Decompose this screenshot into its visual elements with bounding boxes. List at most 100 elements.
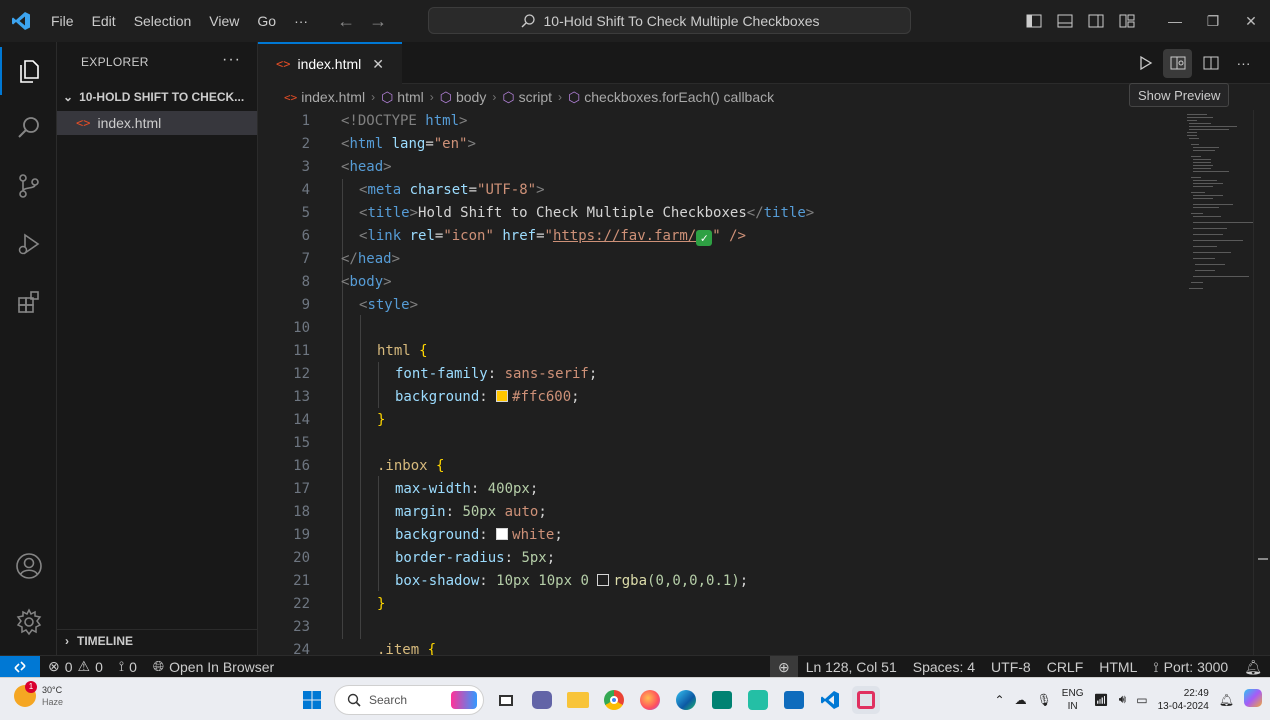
workspace-folder[interactable]: ⌄ 10-HOLD SHIFT TO CHECK... — [57, 86, 257, 108]
code-line: 22} — [293, 596, 386, 612]
menu-bar: File Edit Selection View Go ··· — [42, 0, 317, 42]
breadcrumb-script[interactable]: script — [519, 89, 552, 105]
language-mode[interactable]: HTML — [1091, 659, 1145, 675]
store-icon[interactable] — [780, 686, 808, 714]
snipping-tool-icon[interactable] — [852, 686, 880, 714]
cube-icon: ⬡ — [502, 88, 515, 105]
open-in-browser-label: Open In Browser — [169, 658, 275, 675]
explorer-icon[interactable] — [0, 47, 57, 95]
chrome-icon[interactable] — [600, 686, 628, 714]
cursor-position[interactable]: Ln 128, Col 51 — [798, 659, 905, 675]
teams-chat-icon[interactable] — [528, 686, 556, 714]
taskbar-search[interactable]: Search — [334, 685, 484, 715]
edge-icon[interactable] — [672, 686, 700, 714]
split-editor-icon[interactable] — [1196, 49, 1225, 78]
forward-arrow-icon[interactable]: → — [369, 11, 387, 32]
tab-index-html[interactable]: <> index.html ✕ — [258, 42, 402, 84]
chevron-up-icon[interactable]: ⌃ — [995, 693, 1005, 707]
file-explorer-icon[interactable] — [564, 686, 592, 714]
cube-icon: ⬡ — [381, 88, 394, 105]
copilot-icon[interactable] — [1244, 689, 1262, 710]
code-line: 14} — [293, 412, 386, 428]
chevron-right-icon: › — [558, 90, 563, 104]
notifications-bell-icon[interactable]: 🔔︎ — [1236, 659, 1270, 676]
command-center-search[interactable]: 10-Hold Shift To Check Multiple Checkbox… — [428, 7, 911, 34]
cube-icon: ⬡ — [568, 88, 581, 105]
code-line: 17 max-width: 400px; — [293, 481, 539, 497]
menu-edit[interactable]: Edit — [83, 0, 125, 42]
eol-setting[interactable]: CRLF — [1039, 659, 1092, 675]
show-preview-icon[interactable] — [1163, 48, 1192, 78]
timeline-section[interactable]: › TIMELINE — [57, 629, 257, 651]
code-editor[interactable]: 1 <!DOCTYPE html> 2 <html lang="en"> 3 <hea… — [258, 110, 1183, 655]
more-actions-icon[interactable]: ··· — [1229, 49, 1258, 78]
menu-file[interactable]: File — [42, 0, 83, 42]
settings-gear-icon[interactable] — [0, 598, 57, 646]
open-in-browser-button[interactable]: 🌐︎ Open In Browser — [145, 658, 282, 675]
remote-indicator-icon[interactable] — [0, 655, 40, 678]
chevron-right-icon: › — [429, 90, 434, 104]
clock[interactable]: 22:49 13-04-2024 — [1158, 687, 1209, 713]
source-control-icon[interactable] — [0, 162, 57, 210]
battery-icon[interactable]: ▭ — [1136, 693, 1147, 707]
run-icon[interactable] — [1130, 49, 1159, 78]
close-window-icon[interactable]: ✕ — [1232, 0, 1270, 42]
code-line: 6 <link rel="icon" href="https://fav.farm… — [301, 228, 746, 246]
zoom-button[interactable]: ⊕ — [769, 656, 798, 678]
live-server-port[interactable]: ⟟ Port: 3000 — [1145, 659, 1236, 676]
minimap[interactable] — [1183, 110, 1253, 655]
windows-start-icon[interactable] — [298, 686, 326, 714]
menu-selection[interactable]: Selection — [125, 0, 201, 42]
firefox-icon[interactable] — [636, 686, 664, 714]
run-debug-icon[interactable] — [0, 220, 57, 268]
breadcrumb-callback[interactable]: checkboxes.forEach() callback — [584, 89, 774, 105]
language-indicator[interactable]: ENG IN — [1062, 687, 1084, 713]
ports-indicator[interactable]: ⟟ 0 — [111, 658, 145, 675]
breadcrumb-body[interactable]: body — [456, 89, 486, 105]
vscode-insiders-icon[interactable] — [744, 686, 772, 714]
code-line: 3 <head> — [301, 159, 392, 175]
toggle-panel-icon[interactable] — [1049, 0, 1080, 42]
volume-icon[interactable]: 🔊︎ — [1119, 692, 1127, 707]
accounts-icon[interactable] — [0, 542, 57, 590]
wifi-icon[interactable]: 📶︎ — [1093, 693, 1108, 707]
customize-layout-icon[interactable] — [1111, 0, 1142, 42]
minimize-icon[interactable]: — — [1156, 0, 1194, 42]
extensions-icon[interactable] — [0, 278, 57, 326]
search-highlight-icon — [451, 691, 477, 709]
onedrive-icon[interactable]: ☁ — [1015, 693, 1027, 707]
restore-icon[interactable]: ❐ — [1194, 0, 1232, 42]
ports-count: 0 — [129, 658, 137, 675]
menu-view[interactable]: View — [200, 0, 248, 42]
color-swatch-white[interactable] — [496, 528, 509, 540]
check-emoji-icon: ✓ — [696, 230, 713, 246]
vscode-taskbar-icon[interactable] — [816, 686, 844, 714]
back-arrow-icon[interactable]: ← — [337, 11, 355, 32]
search-view-icon[interactable] — [0, 104, 57, 152]
color-swatch-yellow[interactable] — [496, 390, 509, 402]
menu-more-button[interactable]: ··· — [285, 0, 317, 42]
weather-widget[interactable]: 1 30°C Haze — [14, 681, 63, 708]
notification-bell-icon[interactable]: 🔔︎ — [1219, 693, 1234, 707]
sway-icon[interactable] — [708, 686, 736, 714]
toggle-secondary-sidebar-icon[interactable] — [1080, 0, 1111, 42]
code-line: 4 <meta charset="UTF-8"> — [301, 182, 545, 198]
microphone-icon[interactable]: 🎙︎ — [1037, 693, 1052, 707]
breadcrumb-file[interactable]: index.html — [301, 89, 365, 105]
file-item-index-html[interactable]: <> index.html — [57, 111, 257, 135]
explorer-more-button[interactable]: ··· — [222, 51, 241, 69]
warning-icon: ⚠ — [77, 658, 91, 674]
task-view-icon[interactable] — [492, 686, 520, 714]
toggle-primary-sidebar-icon[interactable] — [1018, 0, 1049, 42]
problems-indicator[interactable]: ⊗ 0 ⚠ 0 — [40, 658, 111, 675]
editor-scrollbar[interactable] — [1253, 110, 1270, 655]
breadcrumb-html[interactable]: html — [397, 89, 423, 105]
encoding-setting[interactable]: UTF-8 — [983, 659, 1039, 675]
color-swatch-rgba[interactable] — [597, 574, 610, 586]
close-tab-icon[interactable]: ✕ — [372, 56, 384, 73]
menu-go[interactable]: Go — [248, 0, 285, 42]
breadcrumb: <> index.html › ⬡ html › ⬡ body › ⬡ scri… — [258, 86, 1118, 108]
indentation-setting[interactable]: Spaces: 4 — [905, 659, 983, 675]
code-line: 21 box-shadow: 10px 10px 0 rgba(0,0,0,0.1… — [293, 573, 749, 589]
code-line: 11 html { — [293, 343, 428, 359]
